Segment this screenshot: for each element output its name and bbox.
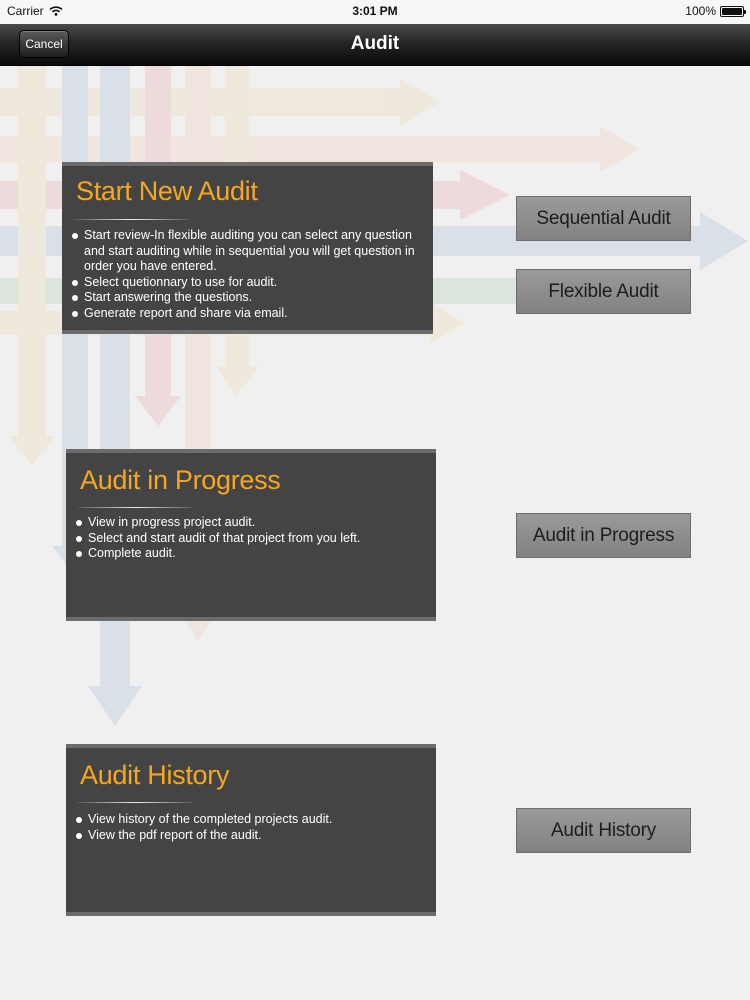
page-title: Audit bbox=[350, 33, 400, 54]
battery-icon bbox=[720, 5, 746, 17]
panel-title: Start New Audit bbox=[76, 176, 258, 206]
panel-title: Audit History bbox=[80, 760, 230, 790]
start-new-audit-panel: Start New Audit Start review-In flexible… bbox=[62, 162, 433, 334]
bullet-list: Start review-In flexible auditing you ca… bbox=[72, 228, 423, 321]
list-item: Select and start audit of that project f… bbox=[76, 531, 426, 547]
list-item: Complete audit. bbox=[76, 546, 426, 562]
list-item: View in progress project audit. bbox=[76, 515, 426, 531]
flexible-audit-button[interactable]: Flexible Audit bbox=[516, 269, 691, 314]
list-item: Start answering the questions. bbox=[72, 290, 423, 306]
panel-divider bbox=[74, 219, 189, 220]
list-item: Start review-In flexible auditing you ca… bbox=[72, 228, 423, 275]
panel-divider bbox=[78, 802, 193, 803]
list-item: Generate report and share via email. bbox=[72, 306, 423, 322]
sequential-audit-button[interactable]: Sequential Audit bbox=[516, 196, 691, 241]
panel-divider bbox=[78, 507, 193, 508]
bullet-list: View in progress project audit. Select a… bbox=[76, 515, 426, 562]
audit-history-panel: Audit History View history of the comple… bbox=[66, 744, 436, 916]
navigation-bar: Cancel Audit bbox=[0, 24, 750, 66]
clock: 3:01 PM bbox=[352, 4, 398, 18]
battery-percent: 100% bbox=[685, 4, 716, 18]
audit-in-progress-panel: Audit in Progress View in progress proje… bbox=[66, 449, 436, 621]
status-bar: Carrier 3:01 PM 100% bbox=[0, 0, 750, 24]
audit-history-button[interactable]: Audit History bbox=[516, 808, 691, 853]
list-item: View history of the completed projects a… bbox=[76, 812, 426, 828]
audit-in-progress-button[interactable]: Audit in Progress bbox=[516, 513, 691, 558]
battery-indicator: 100% bbox=[685, 4, 746, 18]
panel-title: Audit in Progress bbox=[80, 465, 281, 495]
list-item: Select quetionnary to use for audit. bbox=[72, 275, 423, 291]
list-item: View the pdf report of the audit. bbox=[76, 828, 426, 844]
bullet-list: View history of the completed projects a… bbox=[76, 812, 426, 843]
